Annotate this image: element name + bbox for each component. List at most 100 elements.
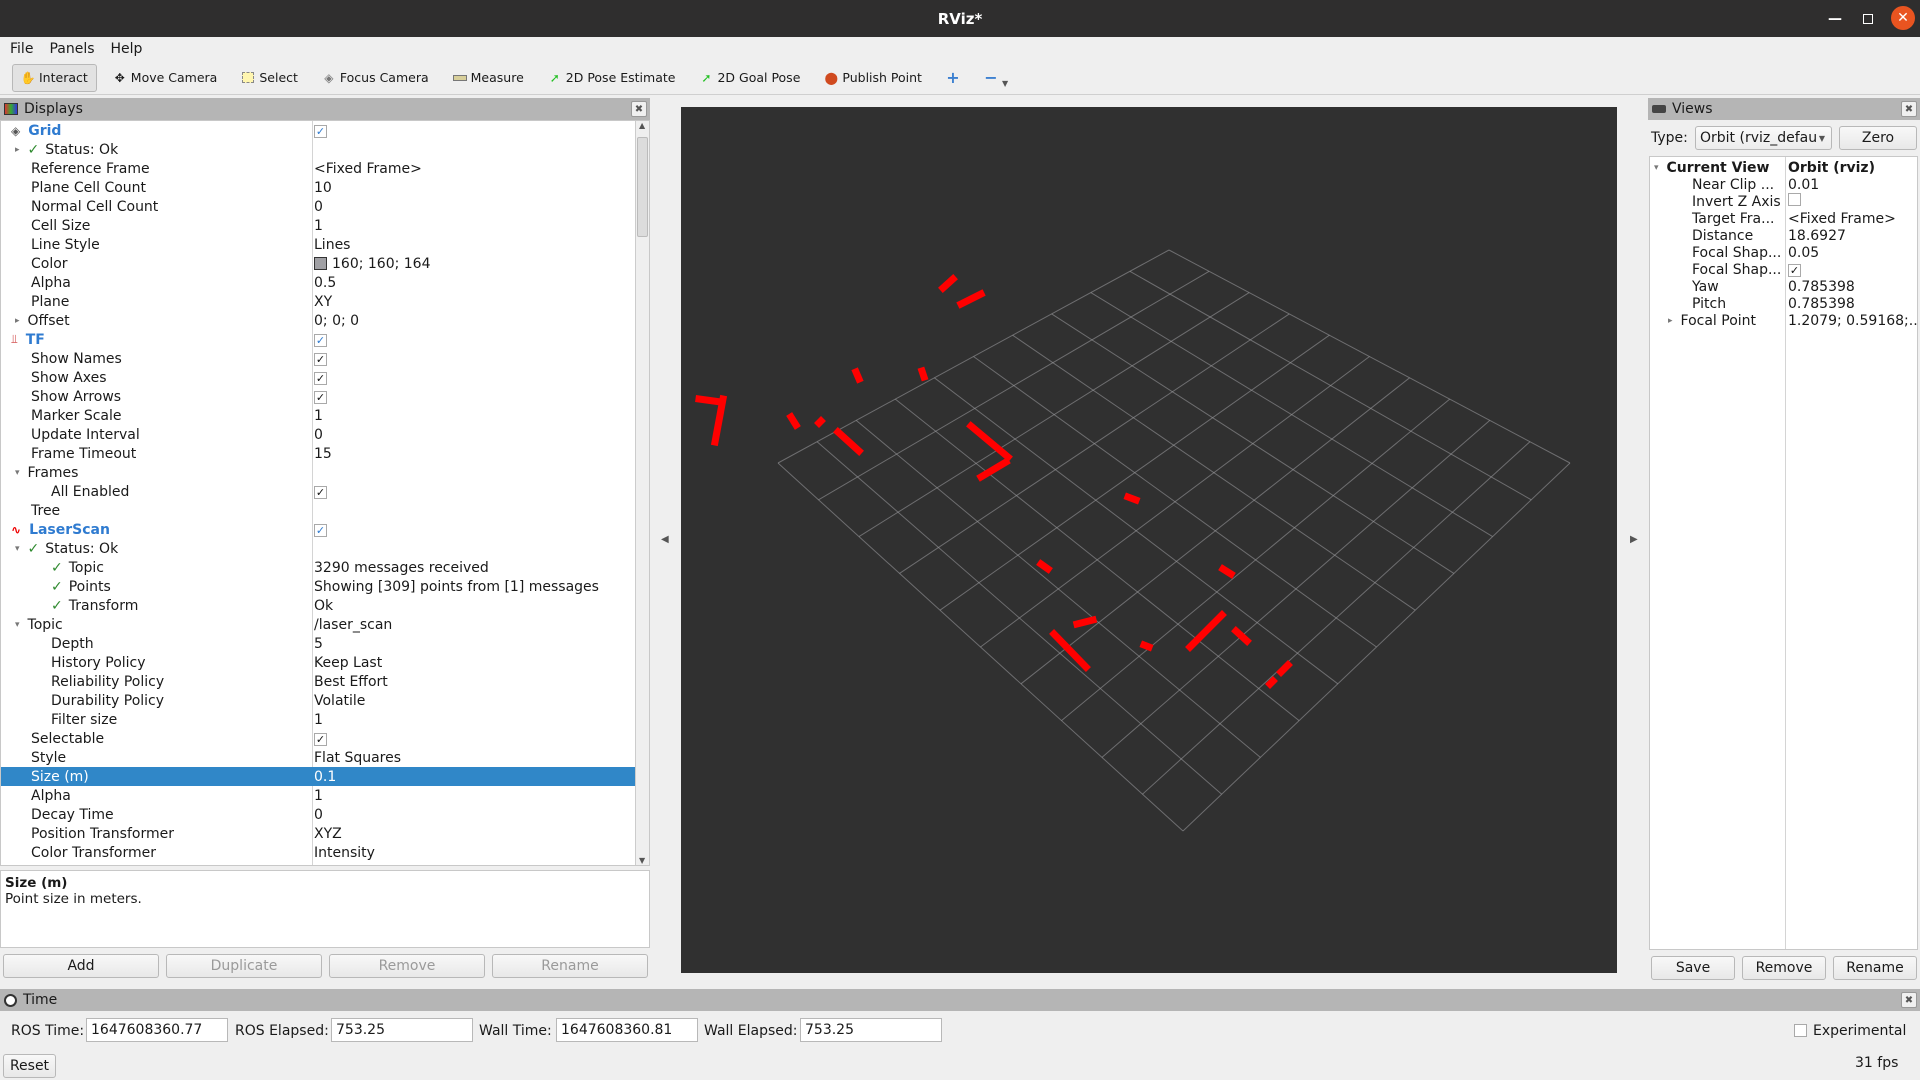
close-views-button[interactable]: ✖ (1901, 101, 1917, 117)
view-checkbox[interactable] (1788, 193, 1801, 206)
close-window-button[interactable]: ✕ (1891, 6, 1915, 30)
property-value[interactable]: Lines (314, 237, 350, 253)
view-checkbox[interactable]: ✓ (1788, 263, 1801, 277)
tool-select[interactable]: Select (233, 64, 306, 92)
property-row[interactable]: Marker Scale 1 (1, 406, 649, 425)
display-item[interactable]: ⫫ TF ✓ (1, 330, 649, 349)
property-row[interactable]: Normal Cell Count 0 (1, 197, 649, 216)
property-row[interactable]: Selectable ✓ (1, 729, 649, 748)
view-property-value[interactable] (1788, 193, 1801, 210)
property-value[interactable]: ✓ (314, 123, 327, 139)
view-property-value[interactable]: 18.6927 (1788, 228, 1846, 244)
remove-tool-button[interactable]: − ▼ (976, 64, 1016, 92)
property-value[interactable]: Ok (314, 598, 333, 614)
property-value[interactable]: XY (314, 294, 332, 310)
tool-publish-point[interactable]: ⬤ Publish Point (816, 64, 930, 92)
enabled-checkbox[interactable]: ✓ (314, 352, 327, 366)
view-property-row[interactable]: Pitch 0.785398 (1650, 295, 1917, 312)
display-item[interactable]: ◈ Grid ✓ (1, 121, 649, 140)
enabled-checkbox[interactable]: ✓ (314, 732, 327, 746)
property-value[interactable]: 5 (314, 636, 323, 652)
expand-right-icon[interactable]: ▸ (15, 316, 20, 326)
property-row[interactable]: Line Style Lines (1, 235, 649, 254)
rename-display-button[interactable]: Rename (492, 954, 648, 978)
property-row[interactable]: Cell Size 1 (1, 216, 649, 235)
view-property-row[interactable]: Distance 18.6927 (1650, 227, 1917, 244)
property-row[interactable]: Reference Frame <Fixed Frame> (1, 159, 649, 178)
property-row[interactable]: Show Arrows ✓ (1, 387, 649, 406)
maximize-button[interactable] (1855, 6, 1881, 32)
property-value[interactable]: Intensity (314, 845, 375, 861)
3d-viewport[interactable] (681, 107, 1617, 973)
property-row[interactable]: Durability Policy Volatile (1, 691, 649, 710)
scroll-up-icon[interactable]: ▲ (639, 121, 645, 130)
remove-display-button[interactable]: Remove (329, 954, 485, 978)
scrollbar-thumb[interactable] (637, 137, 648, 237)
tool-interact[interactable]: ✋ Interact (12, 63, 97, 92)
view-property-value[interactable]: ✓ (1788, 262, 1801, 278)
property-value[interactable]: Showing [309] points from [1] messages (314, 579, 599, 595)
tool-2d-pose-estimate[interactable]: ➚ 2D Pose Estimate (540, 64, 684, 92)
property-value[interactable]: /laser_scan (314, 617, 392, 633)
tool-measure[interactable]: Measure (445, 64, 532, 92)
property-row[interactable]: ✓ Topic 3290 messages received (1, 558, 649, 577)
minimize-button[interactable]: — (1822, 6, 1848, 32)
property-value[interactable]: ✓ (314, 484, 327, 500)
property-row[interactable]: Filter size 1 (1, 710, 649, 729)
property-row[interactable]: ▾ ✓ Status: Ok (1, 539, 649, 558)
menu-panels[interactable]: Panels (49, 41, 94, 57)
enabled-checkbox[interactable]: ✓ (314, 124, 327, 138)
add-display-button[interactable]: Add (3, 954, 159, 978)
view-property-row[interactable]: Yaw 0.785398 (1650, 278, 1917, 295)
property-row[interactable]: Show Axes ✓ (1, 368, 649, 387)
property-row[interactable]: All Enabled ✓ (1, 482, 649, 501)
property-row[interactable]: Decay Time 0 (1, 805, 649, 824)
property-row[interactable]: ▸ Offset 0; 0; 0 (1, 311, 649, 330)
ros-elapsed-field[interactable]: 753.25 (331, 1018, 473, 1042)
property-row[interactable]: Reliability Policy Best Effort (1, 672, 649, 691)
zero-view-button[interactable]: Zero (1839, 126, 1917, 150)
property-row[interactable]: Style Flat Squares (1, 748, 649, 767)
enabled-checkbox[interactable]: ✓ (314, 333, 327, 347)
property-value[interactable]: ✓ (314, 522, 327, 538)
property-row[interactable]: Tree (1, 501, 649, 520)
expand-down-icon[interactable]: ▾ (1654, 163, 1659, 173)
property-value[interactable]: Flat Squares (314, 750, 401, 766)
ros-time-field[interactable]: 1647608360.77 (86, 1018, 228, 1042)
view-property-row[interactable]: ▸ Focal Point 1.2079; 0.59168;... (1650, 312, 1917, 329)
reset-button[interactable]: Reset (3, 1054, 56, 1078)
property-value[interactable]: 1 (314, 218, 323, 234)
property-value[interactable]: <Fixed Frame> (314, 161, 422, 177)
wall-time-field[interactable]: 1647608360.81 (556, 1018, 698, 1042)
property-row[interactable]: ▸ ✓ Status: Ok (1, 140, 649, 159)
expand-down-icon[interactable]: ▾ (15, 468, 20, 478)
menu-help[interactable]: Help (111, 41, 143, 57)
view-property-value[interactable]: <Fixed Frame> (1788, 211, 1896, 227)
property-row[interactable]: Plane XY (1, 292, 649, 311)
property-value[interactable]: 160; 160; 164 (314, 256, 431, 272)
expand-down-icon[interactable]: ▾ (15, 620, 20, 630)
view-property-value[interactable]: Orbit (rviz) (1788, 160, 1875, 176)
enabled-checkbox[interactable]: ✓ (314, 485, 327, 499)
experimental-checkbox[interactable] (1794, 1024, 1807, 1037)
property-value[interactable]: ✓ (314, 370, 327, 386)
property-row[interactable]: History Policy Keep Last (1, 653, 649, 672)
property-row[interactable]: ▾ Frames (1, 463, 649, 482)
collapse-right-icon[interactable]: ▶ (1630, 534, 1638, 545)
close-displays-button[interactable]: ✖ (631, 101, 647, 117)
property-value[interactable]: 0.5 (314, 275, 336, 291)
displays-scrollbar[interactable]: ▲ ▼ (635, 121, 649, 865)
enabled-checkbox[interactable]: ✓ (314, 371, 327, 385)
property-value[interactable]: ✓ (314, 332, 327, 348)
property-value[interactable]: 0 (314, 807, 323, 823)
view-property-row[interactable]: Focal Shap... ✓ (1650, 261, 1917, 278)
view-property-value[interactable]: 0.05 (1788, 245, 1819, 261)
view-property-row[interactable]: Near Clip ... 0.01 (1650, 176, 1917, 193)
property-value[interactable]: 0 (314, 199, 323, 215)
view-property-row[interactable]: Invert Z Axis (1650, 193, 1917, 210)
property-row[interactable]: ✓ Transform Ok (1, 596, 649, 615)
remove-view-button[interactable]: Remove (1742, 956, 1826, 980)
property-row[interactable]: ▾ Topic/laser_scan (1, 615, 649, 634)
property-value[interactable]: 0.1 (314, 769, 336, 785)
property-row[interactable]: Frame Timeout 15 (1, 444, 649, 463)
